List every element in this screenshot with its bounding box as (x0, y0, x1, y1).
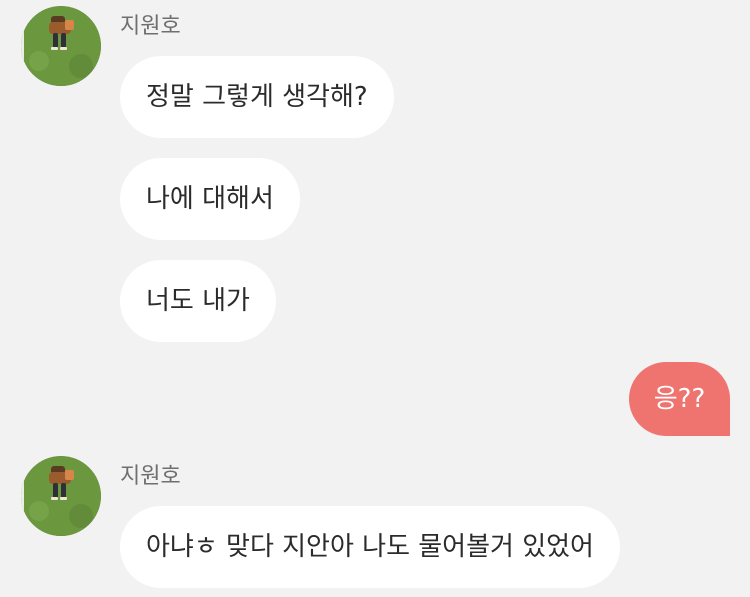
incoming-message-bubble[interactable]: 나에 대해서 (120, 158, 300, 240)
incoming-message-bubble[interactable]: 정말 그렇게 생각해? (120, 56, 394, 138)
avatar-rim (21, 6, 24, 86)
sender-avatar[interactable] (21, 456, 101, 536)
avatar-rim (21, 456, 24, 536)
sender-name: 지원호 (120, 14, 181, 39)
avatar-photo-icon (21, 456, 101, 536)
outgoing-message-bubble[interactable]: 응?? (629, 362, 730, 436)
sender-name: 지원호 (120, 464, 181, 489)
sender-avatar[interactable] (21, 6, 101, 86)
incoming-message-bubble[interactable]: 아냐ㅎ 맞다 지안아 나도 물어볼거 있었어 (120, 506, 620, 588)
avatar-photo-icon (21, 6, 101, 86)
incoming-message-bubble[interactable]: 너도 내가 (120, 260, 276, 342)
